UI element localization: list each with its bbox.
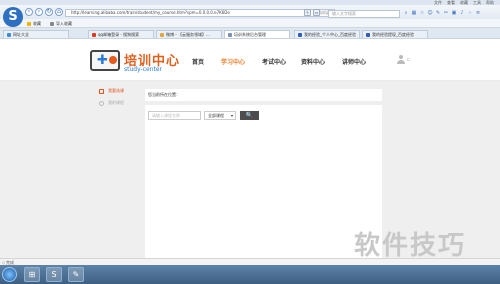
user-icon[interactable]: ☺ (427, 10, 433, 16)
folder-icon (50, 22, 54, 26)
favorites-bar: 收藏 导入收藏 (0, 19, 500, 28)
user-name[interactable]: c (407, 57, 410, 63)
tab-label: 培训系统后台管理 (234, 32, 266, 37)
tab-sogou-search[interactable]: qq邮箱登录 - 搜狗搜索 (88, 30, 154, 38)
tab-label: 我的经验_个人中心_百度经验 (304, 32, 356, 37)
baidu-icon (366, 32, 370, 37)
nav-home[interactable]: 首页 (192, 57, 204, 66)
search-button[interactable]: 🔍 (240, 111, 259, 120)
star-icon (27, 22, 31, 26)
circle-icon (99, 100, 104, 106)
tab-weibo[interactable]: 微博 - 【云服务领域】... (156, 30, 222, 38)
tab-label: 微博 - 【云服务领域】... (166, 32, 210, 37)
task-paint-icon[interactable]: ✎ (68, 267, 84, 282)
browser-logo-icon[interactable]: S (3, 7, 23, 27)
speaker-icon[interactable]: ♪ (459, 10, 465, 16)
address-bar[interactable]: http://learning.alibaba.com/train/studen… (65, 9, 335, 17)
tab-label: 我的经验提现_百度经验 (372, 32, 414, 37)
forward-icon[interactable]: › (35, 8, 43, 16)
task-explorer-icon[interactable]: ⊞ (24, 267, 40, 282)
brand-logo-icon[interactable]: ✚ (90, 50, 120, 71)
breadcrumb: 您当前所在位置： (145, 89, 382, 101)
dot-icon (109, 56, 117, 64)
tab-training-admin[interactable]: 培训系统后台管理 (224, 30, 290, 38)
course-type-select[interactable]: 全部课程 ▾ (204, 111, 236, 120)
sidebar-item-label: 我的课程 (108, 100, 124, 105)
import-favorites-button[interactable]: 导入收藏 (50, 21, 72, 27)
site-header: ✚ 培训中心 study-center 首页 学习中心 考试中心 资料中心 讲师… (0, 39, 500, 81)
browser-toolbar: S ‹ › ↻ ⌂ http://learning.alibaba.com/tr… (0, 5, 500, 27)
address-url: http://learning.alibaba.com/train/studen… (71, 10, 230, 15)
browser-tab-strip: 网址大全 qq邮箱登录 - 搜狗搜索 微博 - 【云服务领域】... 培训系统后… (0, 28, 500, 39)
start-button-icon[interactable] (2, 267, 17, 282)
chevron-down-icon: ▾ (230, 113, 233, 118)
scissors-icon[interactable]: ✂ (443, 10, 449, 16)
import-favorites-label: 导入收藏 (56, 21, 72, 26)
favorites-button[interactable]: 收藏 (27, 21, 41, 27)
page-icon (228, 32, 232, 37)
back-icon[interactable]: ‹ (25, 8, 33, 16)
nav-learning-center[interactable]: 学习中心 (221, 57, 245, 66)
weibo-icon (160, 32, 164, 37)
watermark-text: 软件技巧 (354, 231, 467, 261)
globe-icon (7, 32, 11, 37)
grid-icon[interactable]: ▦ (411, 10, 417, 16)
home-icon[interactable]: ⌂ (55, 8, 63, 16)
tab-baidu-experience-cashout[interactable]: 我的经验提现_百度经验 (362, 30, 428, 38)
course-type-value: 全部课程 (208, 113, 224, 118)
nav-resource-center[interactable]: 资料中心 (301, 57, 325, 66)
sidebar-item-label: 我要选课 (108, 88, 124, 93)
taskbar: ⊞ S ✎ (0, 265, 500, 284)
screen-icon[interactable]: ▣ (451, 10, 457, 16)
course-panel: 请输入课程名称 全部课程 ▾ 🔍 (145, 105, 382, 258)
page-icon[interactable]: ▭ (313, 9, 320, 16)
search-icon[interactable]: ⌕ (403, 10, 409, 16)
avatar-icon[interactable] (397, 55, 405, 64)
nav-exam-center[interactable]: 考试中心 (262, 57, 286, 66)
course-select-icon (99, 88, 104, 94)
cross-icon: ✚ (97, 53, 108, 68)
tab-baidu-experience-center[interactable]: 我的经验_个人中心_百度经验 (294, 30, 360, 38)
menu-icon[interactable]: ≡ (475, 10, 481, 16)
course-name-input[interactable]: 请输入课程名称 (148, 111, 201, 120)
bolt-icon[interactable]: ϟ (304, 9, 311, 16)
sogou-icon (92, 32, 96, 37)
search-input[interactable]: 输入文字搜索 (328, 10, 400, 18)
nav-instructor-center[interactable]: 讲师中心 (342, 57, 366, 66)
wrench-icon[interactable]: ✎ (435, 10, 441, 16)
tab-label: qq邮箱登录 - 搜狗搜索 (98, 32, 140, 37)
grid-dots-icon[interactable]: ⁘ (467, 10, 473, 16)
tab-label: 网址大全 (13, 32, 29, 37)
refresh-icon[interactable]: ↻ (45, 8, 53, 16)
baidu-icon (298, 32, 302, 37)
tab-site-directory[interactable]: 网址大全 (3, 30, 69, 38)
sidebar-item-my-courses[interactable]: 我的课程 (99, 100, 124, 106)
favorites-label: 收藏 (33, 21, 41, 26)
star-icon[interactable]: ☆ (419, 10, 425, 16)
sidebar-item-select-course[interactable]: 我要选课 (99, 88, 124, 94)
task-browser-icon[interactable]: S (46, 267, 62, 282)
brand-subtitle: study-center (124, 66, 163, 73)
